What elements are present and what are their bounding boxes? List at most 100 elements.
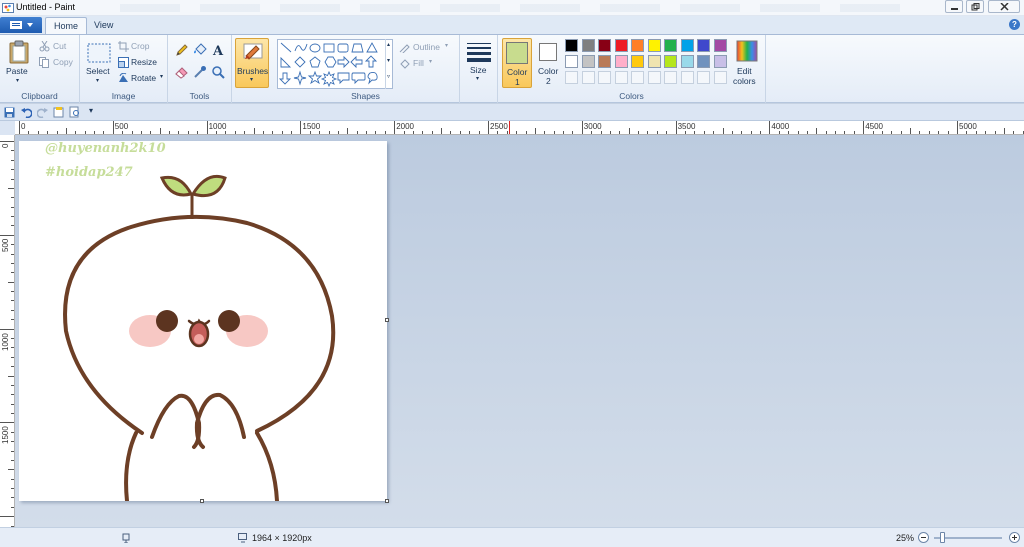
zoom-slider[interactable] — [934, 532, 1002, 543]
print-preview-icon[interactable] — [69, 106, 81, 118]
palette-empty-swatch[interactable] — [713, 71, 727, 84]
zoom-in-icon[interactable] — [1009, 532, 1020, 543]
chevron-down-icon: ▾ — [387, 58, 391, 64]
minimize-button[interactable] — [945, 0, 963, 13]
palette-color-swatch[interactable] — [614, 55, 628, 68]
paste-button[interactable]: Paste ▾ — [4, 37, 34, 89]
palette-color-swatch[interactable] — [631, 39, 644, 52]
drawing-canvas[interactable]: @huyenanh2k10 #hoidap247 — [19, 141, 387, 501]
palette-color-swatch[interactable] — [664, 39, 677, 52]
paint-app-icon[interactable] — [2, 2, 14, 14]
brush-icon — [243, 43, 263, 60]
color1-button[interactable]: Color 1 — [502, 38, 532, 88]
vertical-ruler: 0 500 1000 1500 — [0, 135, 15, 527]
palette-color-swatch[interactable] — [631, 55, 644, 68]
outline-dropdown[interactable]: Outline ▾ — [399, 41, 455, 55]
copy-label: Copy — [53, 57, 73, 67]
image-group-label: Image — [111, 91, 136, 101]
palette-empty-swatch[interactable] — [614, 71, 628, 84]
palette-empty-swatch[interactable] — [598, 71, 611, 84]
palette-color-swatch[interactable] — [598, 39, 611, 52]
brushes-button[interactable]: Brushes ▾ — [235, 38, 269, 88]
image-dimensions: 1964 × 1920px — [252, 533, 312, 543]
shapes-scroll[interactable]: ▴ ▾ ▿ — [385, 39, 394, 89]
horizontal-ruler: 0 500 1000 1500 2000 2500 3000 3500 4000 4500 5000 — [15, 121, 1024, 135]
palette-empty-swatch[interactable] — [664, 71, 677, 84]
magnifier-icon[interactable] — [211, 65, 225, 79]
clipboard-group: Paste ▾ Cut Copy Clipboard — [0, 35, 80, 103]
palette-empty-swatch[interactable] — [631, 71, 644, 84]
edit-colors-button[interactable]: Edit colors — [732, 38, 764, 88]
menu-icon — [10, 21, 22, 29]
palette-color-swatch[interactable] — [697, 39, 710, 52]
color2-button[interactable]: Color 2 — [534, 38, 564, 88]
copy-button[interactable]: Copy — [38, 56, 78, 70]
palette-color-swatch[interactable] — [647, 39, 661, 52]
palette-color-swatch[interactable] — [713, 55, 727, 68]
palette-empty-swatch[interactable] — [581, 71, 595, 84]
resize-handle-right[interactable] — [385, 318, 389, 322]
palette-color-swatch[interactable] — [680, 39, 694, 52]
palette-empty-swatch[interactable] — [647, 71, 661, 84]
ribbon-tab-strip: Home View ? — [0, 16, 1024, 34]
color1-number: 1 — [515, 77, 520, 87]
title-bar: Untitled - Paint — [0, 0, 1024, 16]
palette-color-swatch[interactable] — [697, 55, 710, 68]
properties-icon[interactable] — [53, 106, 65, 118]
cut-button[interactable]: Cut — [38, 40, 76, 54]
palette-color-swatch[interactable] — [647, 55, 661, 68]
zoom-out-icon[interactable] — [918, 532, 929, 543]
cut-label: Cut — [53, 41, 67, 51]
color2-label: Color — [538, 66, 559, 76]
select-button[interactable]: Select ▾ — [84, 37, 114, 89]
resize-handle-bottom[interactable] — [200, 499, 204, 503]
palette-color-swatch[interactable] — [664, 55, 677, 68]
shapes-gallery-icons — [278, 42, 378, 88]
eraser-icon[interactable] — [175, 65, 189, 79]
color2-swatch — [539, 43, 557, 61]
palette-color-swatch[interactable] — [565, 39, 578, 52]
chevron-down-icon: ▾ — [429, 59, 433, 65]
ruler-label: 1500 — [302, 122, 321, 131]
zoom-slider-thumb[interactable] — [940, 532, 945, 543]
resize-handle-corner[interactable] — [385, 499, 389, 503]
shapes-gallery[interactable] — [277, 39, 393, 89]
palette-empty-swatch[interactable] — [680, 71, 694, 84]
palette-color-swatch[interactable] — [680, 55, 694, 68]
palette-color-swatch[interactable] — [614, 39, 628, 52]
fill-bucket-icon[interactable] — [193, 43, 207, 57]
crop-button[interactable]: Crop — [117, 40, 163, 54]
close-icon — [1000, 3, 1009, 11]
chevron-down-icon: ▾ — [160, 74, 164, 80]
color-spectrum-icon — [736, 40, 758, 62]
pencil-icon[interactable] — [175, 43, 189, 57]
redo-icon[interactable] — [37, 107, 48, 118]
paint-menu-button[interactable] — [0, 17, 42, 33]
fill-icon — [400, 59, 410, 69]
palette-empty-swatch[interactable] — [565, 71, 578, 84]
palette-color-swatch[interactable] — [598, 55, 611, 68]
chevron-down-icon: ▾ — [16, 78, 20, 84]
tools-group: A Tools — [168, 35, 232, 103]
palette-color-swatch[interactable] — [581, 55, 595, 68]
size-button[interactable]: Size ▾ — [463, 38, 495, 88]
rotate-button[interactable]: Rotate ▾ — [117, 72, 167, 86]
save-icon[interactable] — [4, 107, 15, 118]
crop-label: Crop — [131, 41, 150, 51]
undo-icon[interactable] — [21, 107, 32, 118]
customize-qat-icon[interactable]: ▾ — [89, 106, 93, 115]
help-icon[interactable]: ? — [1009, 19, 1020, 30]
color1-label: Color — [507, 67, 528, 77]
close-button[interactable] — [988, 0, 1020, 13]
restore-button[interactable] — [966, 0, 984, 13]
palette-color-swatch[interactable] — [713, 39, 727, 52]
palette-color-swatch[interactable] — [565, 55, 578, 68]
color-picker-icon[interactable] — [193, 65, 207, 79]
resize-button[interactable]: Resize — [117, 56, 163, 70]
text-icon[interactable]: A — [211, 43, 225, 57]
palette-color-swatch[interactable] — [581, 39, 595, 52]
palette-empty-swatch[interactable] — [697, 71, 710, 84]
tab-home[interactable]: Home — [45, 17, 88, 34]
fill-dropdown[interactable]: Fill ▾ — [399, 57, 439, 71]
tab-view[interactable]: View — [86, 17, 121, 34]
